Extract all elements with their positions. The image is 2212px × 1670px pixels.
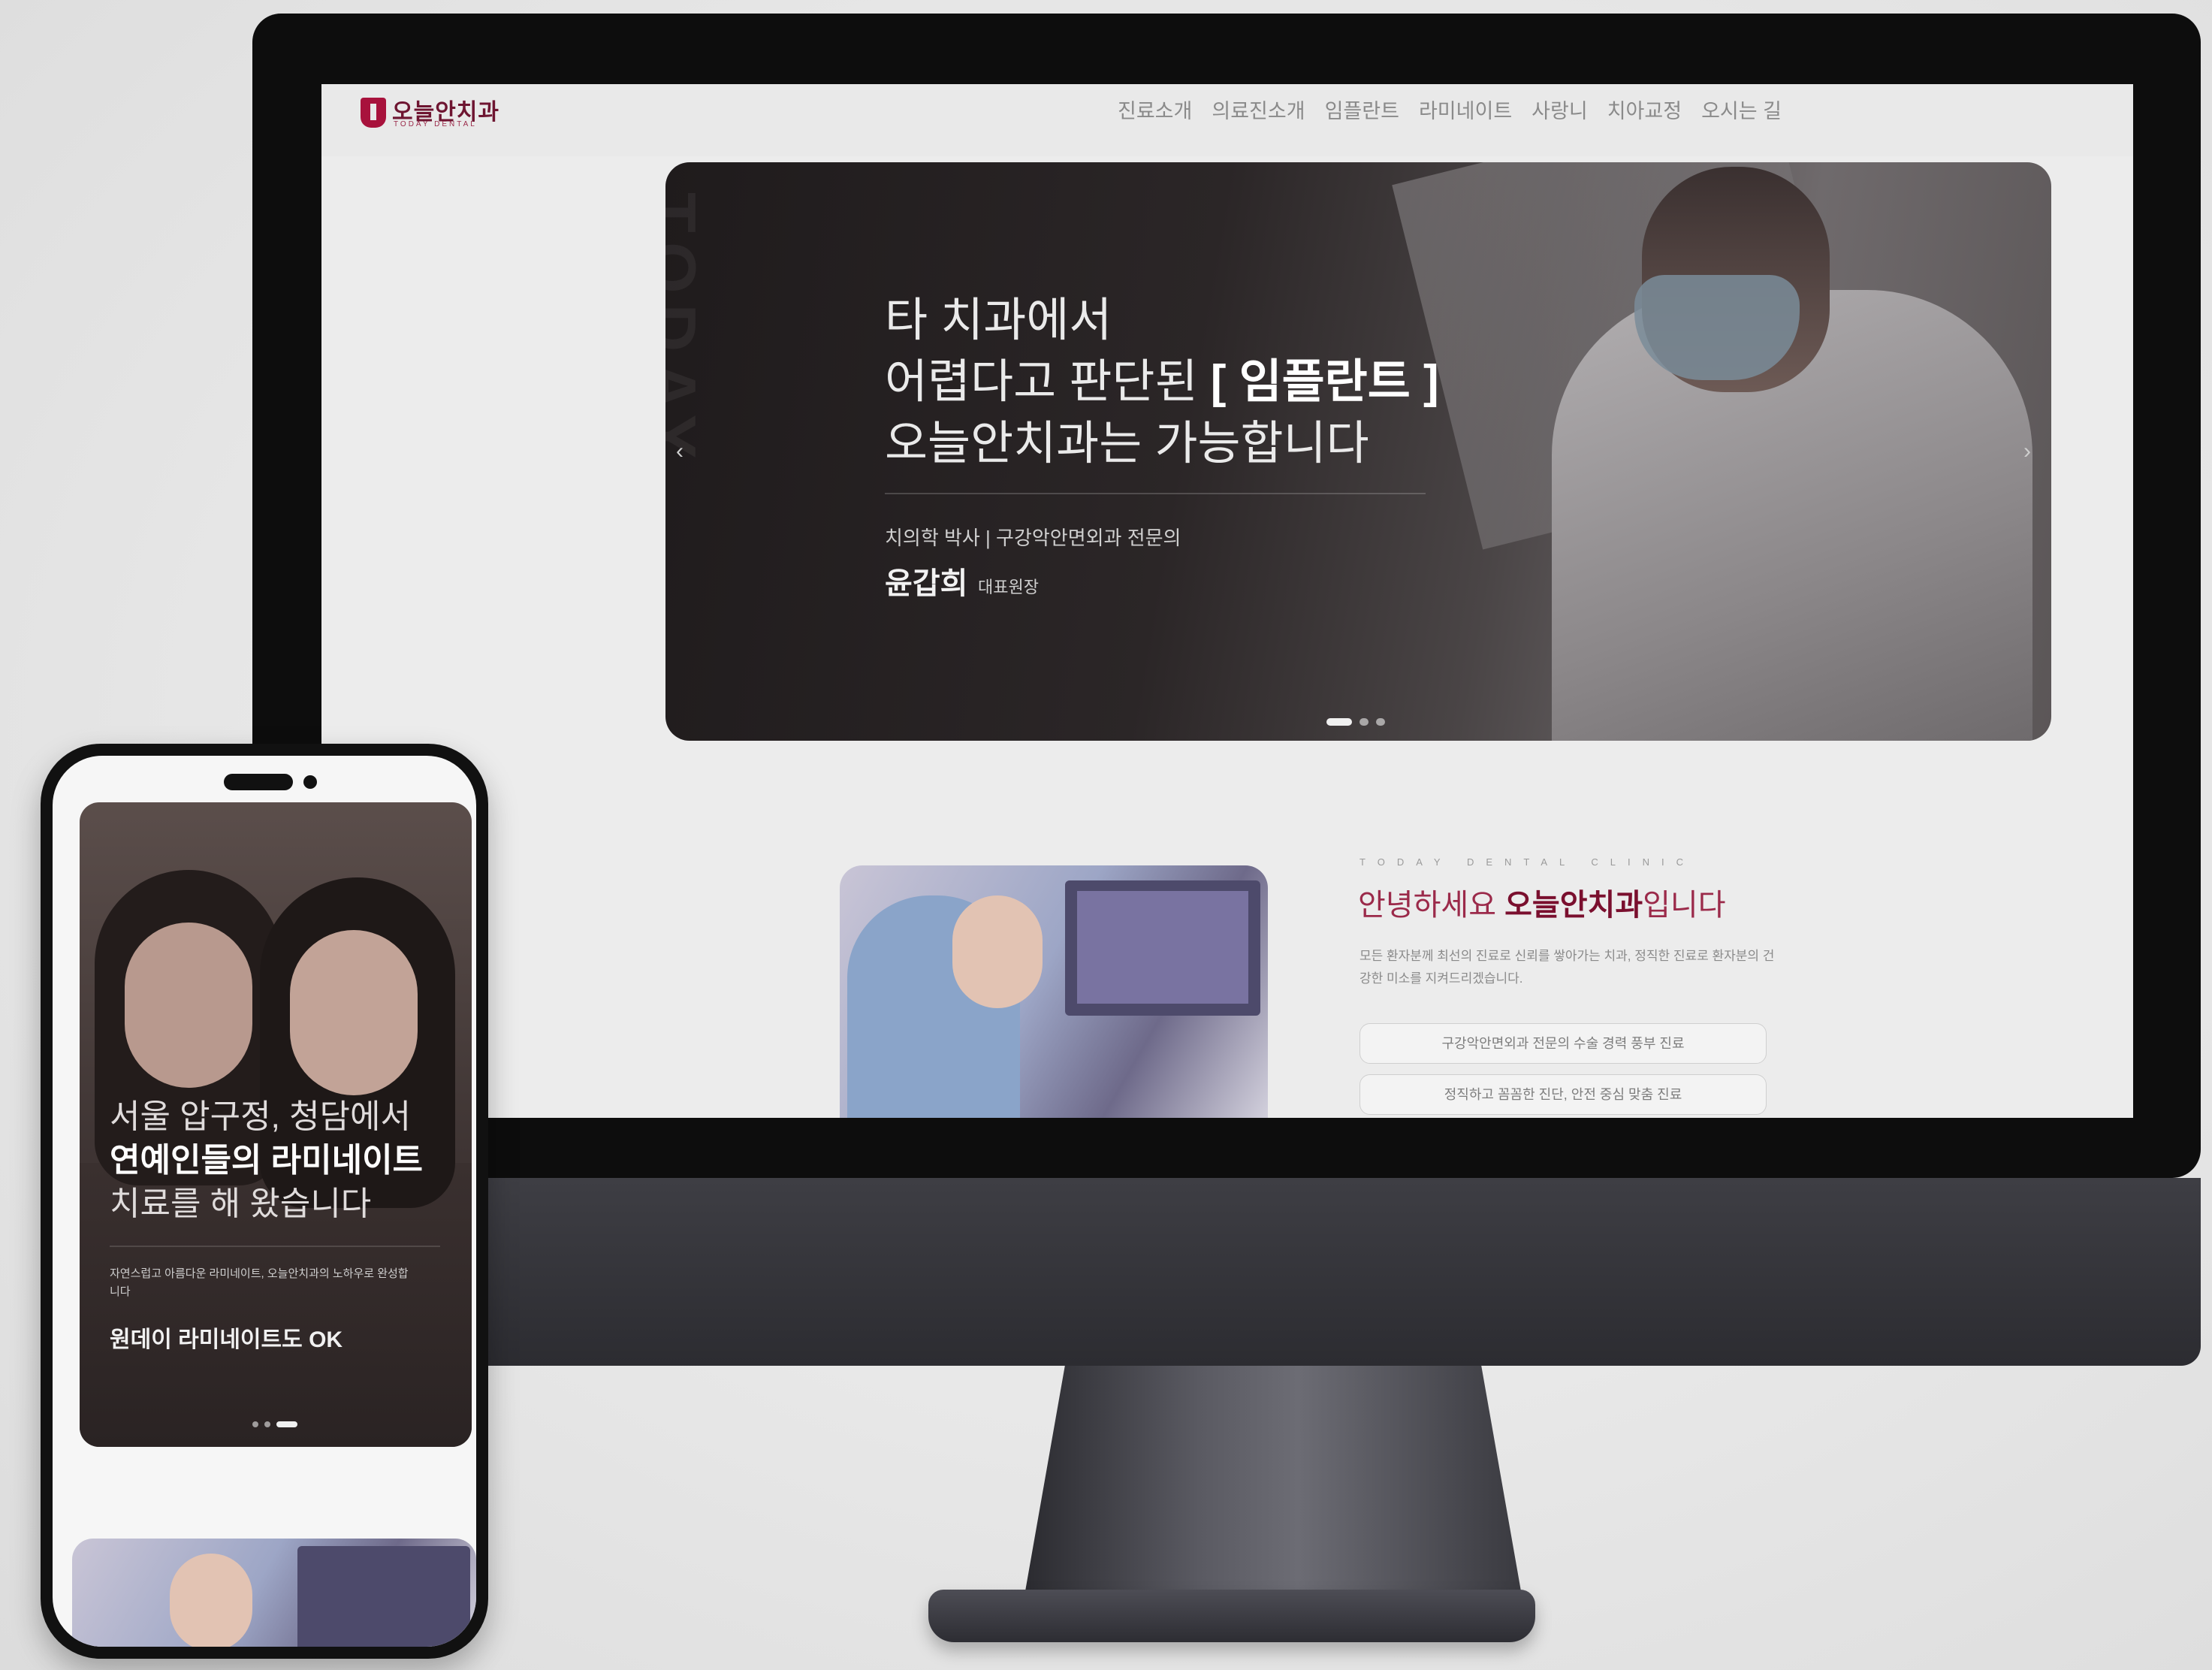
mobile-slider-dot-2[interactable]: [264, 1421, 270, 1427]
slider-dot-2[interactable]: [1359, 718, 1369, 726]
mobile-hero-photo-face-1: [125, 923, 252, 1088]
phone-speaker-notch: [224, 774, 293, 790]
main-nav: 진료소개 의료진소개 임플란트 라미네이트 사랑니 치아교정 오시는 길: [1118, 95, 1782, 124]
hero-slider: TODAY DENTAL 타 치과에서 어렵다고 판단된 [ 임플란트 ] 오늘…: [665, 162, 2051, 741]
mobile-intro-photo-face: [170, 1554, 252, 1647]
slider-dot-1[interactable]: [1326, 718, 1352, 726]
intro-feature-button-1[interactable]: 구강악안면외과 전문의 수술 경력 풍부 진료: [1359, 1023, 1767, 1064]
mobile-slider-pagination: [252, 1421, 297, 1427]
slider-pagination: [1326, 718, 1385, 726]
intro-photo: [840, 865, 1268, 1118]
mobile-hero-title-line2: 연예인들의 라미네이트: [110, 1139, 423, 1182]
tooth-logo-icon[interactable]: [361, 98, 386, 128]
mobile-hero-slider: 서울 압구정, 청담에서 연예인들의 라미네이트 치료를 해 왔습니다 자연스럽…: [80, 802, 472, 1447]
hero-photo-mask: [1634, 275, 1800, 380]
nav-item-clinic[interactable]: 진료소개: [1118, 95, 1192, 124]
hero-title-line1: 타 치과에서: [885, 294, 1112, 346]
mobile-hero-divider: [110, 1246, 440, 1247]
monitor-stand-base: [928, 1590, 1535, 1642]
slider-prev-arrow-icon[interactable]: ‹: [676, 439, 684, 464]
hero-doctor-role: 대표원장: [978, 578, 1039, 596]
hero-watermark-text: TODAY DENTAL: [665, 192, 710, 468]
mobile-hero-photo-face-2: [290, 930, 418, 1095]
mobile-slider-dot-3[interactable]: [276, 1421, 297, 1427]
hero-title-line2-text: 어렵다고 판단된: [885, 356, 1211, 408]
mobile-hero-title-line1: 서울 압구정, 청담에서: [110, 1098, 411, 1135]
hero-title-line2: 어렵다고 판단된 [ 임플란트 ]: [885, 352, 1439, 413]
nav-item-wisdom-tooth[interactable]: 사랑니: [1532, 95, 1588, 124]
hero-divider: [885, 493, 1426, 494]
slider-next-arrow-icon[interactable]: ›: [2023, 439, 2031, 464]
mobile-hero-title-line3: 치료를 해 왔습니다: [110, 1185, 372, 1222]
mobile-hero-title: 서울 압구정, 청담에서 연예인들의 라미네이트 치료를 해 왔습니다: [110, 1095, 423, 1226]
hero-title-emphasis: [ 임플란트 ]: [1210, 356, 1439, 408]
intro-title: 안녕하세요 오늘안치과입니다: [1358, 880, 1726, 924]
site-logo-sub: TODAY DENTAL: [394, 120, 477, 128]
mobile-screen: 서울 압구정, 청담에서 연예인들의 라미네이트 치료를 해 왔습니다 자연스럽…: [53, 756, 476, 1647]
mobile-hero-description: 자연스럽고 아름다운 라미네이트, 오늘안치과의 노하우로 완성합니다: [110, 1267, 409, 1298]
intro-title-post: 입니다: [1643, 889, 1726, 922]
intro-photo-face: [952, 895, 1043, 1008]
hero-doctor-name: 윤갑희: [885, 567, 968, 600]
hero-credentials: 치의학 박사 | 구강악안면외과 전문의: [885, 527, 1181, 549]
monitor-chin: [252, 1178, 2201, 1366]
mobile-intro-photo-xray-monitor: [297, 1546, 470, 1647]
mobile-hero-title-emphasis: 연예인들의 라미네이트: [110, 1142, 424, 1179]
nav-item-location[interactable]: 오시는 길: [1701, 95, 1782, 124]
mobile-hero-subtitle: 원데이 라미네이트도 OK: [110, 1327, 343, 1352]
hero-title: 타 치과에서 어렵다고 판단된 [ 임플란트 ] 오늘안치과는 가능합니다: [885, 290, 1439, 475]
intro-description: 모든 환자분께 최선의 진료로 신뢰를 쌓아가는 치과, 정직한 진료로 환자분…: [1359, 949, 1775, 986]
nav-item-laminate[interactable]: 라미네이트: [1419, 95, 1512, 124]
intro-title-clinic-name: 오늘안치과: [1504, 889, 1643, 922]
desktop-screen: 오늘안치과 TODAY DENTAL 진료소개 의료진소개 임플란트 라미네이트…: [321, 84, 2133, 1118]
site-header: 오늘안치과 TODAY DENTAL 진료소개 의료진소개 임플란트 라미네이트…: [321, 84, 2133, 156]
mobile-intro-photo: [72, 1539, 476, 1647]
intro-feature-button-2[interactable]: 정직하고 꼼꼼한 진단, 안전 중심 맞춤 진료: [1359, 1074, 1767, 1115]
nav-item-orthodontics[interactable]: 치아교정: [1607, 95, 1682, 124]
intro-photo-xray-monitor: [1065, 880, 1260, 1016]
intro-title-pre: 안녕하세요: [1358, 889, 1505, 922]
slider-dot-3[interactable]: [1376, 718, 1385, 726]
hero-title-line3: 오늘안치과는 가능합니다: [885, 418, 1369, 470]
intro-eyebrow: TODAY DENTAL CLINIC: [1359, 856, 1696, 868]
nav-item-doctors[interactable]: 의료진소개: [1212, 95, 1305, 124]
nav-item-implant[interactable]: 임플란트: [1325, 95, 1399, 124]
mobile-slider-dot-1[interactable]: [252, 1421, 258, 1427]
phone-camera-icon: [303, 775, 317, 789]
mobile-phone: 서울 압구정, 청담에서 연예인들의 라미네이트 치료를 해 왔습니다 자연스럽…: [41, 744, 488, 1659]
monitor-stand: [1025, 1366, 1521, 1591]
